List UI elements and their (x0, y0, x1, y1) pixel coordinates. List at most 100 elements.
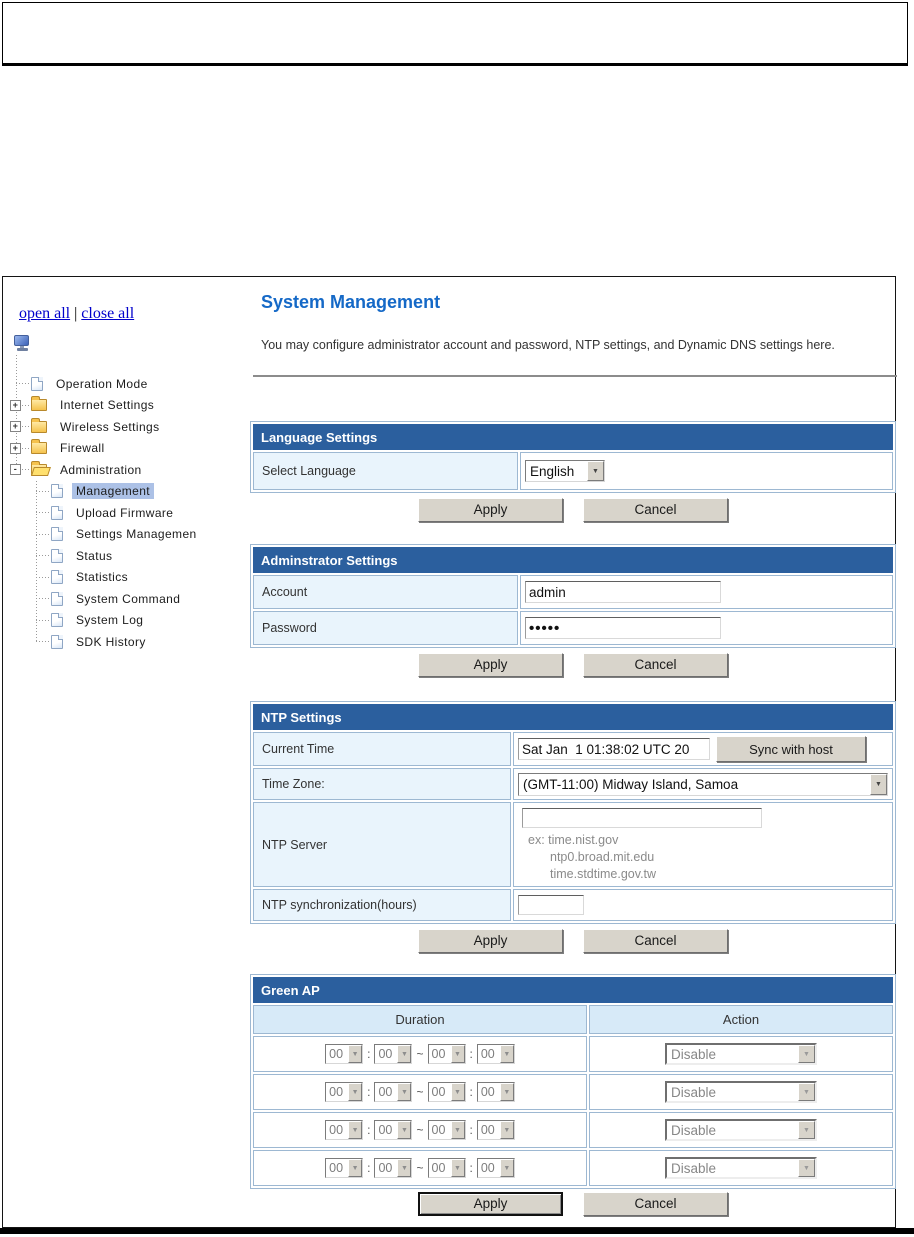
tree-item-firewall[interactable]: + Firewall (3, 438, 248, 460)
time-zone-label: Time Zone: (253, 768, 511, 800)
start-minute-select[interactable]: 00 ▼ (374, 1120, 413, 1140)
table-row: Select Language English ▼ (253, 452, 893, 490)
select-value: 00 (329, 1161, 344, 1175)
dropdown-arrow-icon: ▼ (348, 1045, 363, 1063)
apply-button[interactable]: Apply (418, 929, 563, 953)
start-hour-select[interactable]: 00 ▼ (325, 1044, 364, 1064)
tree-item-operation-mode[interactable]: Operation Mode (3, 373, 248, 395)
start-minute-select[interactable]: 00 ▼ (374, 1044, 413, 1064)
tree-stub (22, 447, 29, 449)
password-input[interactable] (525, 617, 721, 639)
collapse-minus-icon[interactable]: - (10, 464, 21, 475)
tree-stub (36, 641, 49, 642)
tree-item-label-selected: Management (72, 483, 155, 500)
password-cell (520, 611, 893, 645)
start-minute-select[interactable]: 00 ▼ (374, 1082, 413, 1102)
start-minute-select[interactable]: 00 ▼ (374, 1158, 413, 1178)
dropdown-arrow-icon: ▼ (348, 1121, 363, 1139)
dropdown-arrow-icon: ▼ (397, 1045, 412, 1063)
tree-item-upload-firmware[interactable]: Upload Firmware (3, 502, 248, 524)
close-all-link[interactable]: close all (81, 305, 134, 322)
end-hour-select[interactable]: 00 ▼ (427, 1158, 466, 1178)
tree-item-label: Status (76, 548, 113, 563)
tree-item-system-log[interactable]: System Log (3, 610, 248, 632)
green-ap-row: 00 ▼ : 00 ▼ ~ 00 ▼ : 00 ▼ Disable ▼ (253, 1150, 893, 1186)
tree-item-system-command[interactable]: System Command (3, 588, 248, 610)
action-select[interactable]: Disable ▼ (665, 1081, 817, 1103)
tree-stub (36, 555, 49, 556)
time-separator: : (367, 1085, 371, 1099)
duration-cell: 00 ▼ : 00 ▼ ~ 00 ▼ : 00 ▼ (253, 1036, 587, 1072)
tree-item-sdk-history[interactable]: SDK History (3, 631, 248, 653)
tree-stub (36, 576, 49, 578)
account-input[interactable] (525, 581, 721, 603)
nav-tree: Operation Mode + Internet Settings + Wir… (3, 373, 248, 653)
start-hour-select[interactable]: 00 ▼ (325, 1082, 364, 1102)
time-separator: : (367, 1161, 371, 1175)
select-value: Disable (671, 1084, 717, 1100)
end-minute-select[interactable]: 00 ▼ (476, 1158, 515, 1178)
time-zone-select[interactable]: (GMT-11:00) Midway Island, Samoa ▼ (518, 772, 888, 796)
expand-plus-icon[interactable]: + (10, 442, 21, 454)
open-all-link[interactable]: open all (19, 305, 70, 322)
dropdown-arrow-icon: ▼ (798, 1159, 815, 1177)
select-value: 00 (378, 1123, 393, 1137)
tree-item-label: Administration (60, 462, 142, 477)
tree-stub (36, 598, 49, 599)
action-select[interactable]: Disable ▼ (665, 1119, 817, 1141)
page-description: You may configure administrator account … (261, 338, 835, 352)
page-icon (51, 548, 63, 563)
expand-plus-icon[interactable]: + (10, 399, 21, 411)
dropdown-arrow-icon: ▼ (397, 1083, 412, 1101)
start-hour-select[interactable]: 00 ▼ (325, 1120, 364, 1140)
start-hour-select[interactable]: 00 ▼ (325, 1158, 364, 1178)
dropdown-arrow-icon: ▼ (450, 1083, 465, 1101)
tree-item-label: SDK History (76, 634, 146, 649)
select-value: 00 (378, 1085, 393, 1099)
dropdown-arrow-icon: ▼ (499, 1159, 514, 1177)
end-hour-select[interactable]: 00 ▼ (427, 1082, 466, 1102)
select-value: 00 (329, 1123, 344, 1137)
tree-item-management[interactable]: Management (3, 481, 248, 503)
end-hour-select[interactable]: 00 ▼ (427, 1044, 466, 1064)
apply-button[interactable]: Apply (418, 1192, 563, 1216)
tree-item-settings-management[interactable]: Settings Managemen (3, 524, 248, 546)
select-value: 00 (378, 1047, 393, 1061)
tree-item-status[interactable]: Status (3, 545, 248, 567)
table-row: Password (253, 611, 893, 645)
ntp-sync-hours-input[interactable] (518, 895, 584, 915)
account-cell (520, 575, 893, 609)
apply-button[interactable]: Apply (418, 653, 563, 677)
time-separator: : (367, 1047, 371, 1061)
range-separator: ~ (416, 1085, 424, 1099)
action-select[interactable]: Disable ▼ (665, 1157, 817, 1179)
tree-item-wireless-settings[interactable]: + Wireless Settings (3, 416, 248, 438)
select-value: 00 (431, 1047, 446, 1061)
ntp-server-input[interactable] (522, 808, 762, 828)
language-select-value: English (530, 463, 575, 479)
current-time-input[interactable] (518, 738, 710, 760)
cancel-button[interactable]: Cancel (583, 653, 728, 677)
cancel-button[interactable]: Cancel (583, 929, 728, 953)
expand-plus-icon[interactable]: + (10, 421, 21, 432)
end-minute-select[interactable]: 00 ▼ (476, 1082, 515, 1102)
sync-with-host-button[interactable]: Sync with host (716, 736, 866, 762)
sidebar: open all | close all Operation Mode + Inte… (3, 277, 248, 1227)
green-ap-row: 00 ▼ : 00 ▼ ~ 00 ▼ : 00 ▼ Disable ▼ (253, 1036, 893, 1072)
duration-cell: 00 ▼ : 00 ▼ ~ 00 ▼ : 00 ▼ (253, 1150, 587, 1186)
tree-item-internet-settings[interactable]: + Internet Settings (3, 395, 248, 417)
end-minute-select[interactable]: 00 ▼ (476, 1044, 515, 1064)
apply-button[interactable]: Apply (418, 498, 563, 522)
end-minute-select[interactable]: 00 ▼ (476, 1120, 515, 1140)
current-time-label: Current Time (253, 732, 511, 766)
select-value: 00 (431, 1085, 446, 1099)
end-hour-select[interactable]: 00 ▼ (427, 1120, 466, 1140)
cancel-button[interactable]: Cancel (583, 1192, 728, 1216)
language-select[interactable]: English ▼ (525, 460, 605, 482)
tree-item-administration[interactable]: - Administration (3, 459, 248, 481)
cancel-button[interactable]: Cancel (583, 498, 728, 522)
tree-item-statistics[interactable]: Statistics (3, 567, 248, 589)
select-value: 00 (329, 1047, 344, 1061)
action-select[interactable]: Disable ▼ (665, 1043, 817, 1065)
duration-column-header: Duration (253, 1005, 587, 1034)
